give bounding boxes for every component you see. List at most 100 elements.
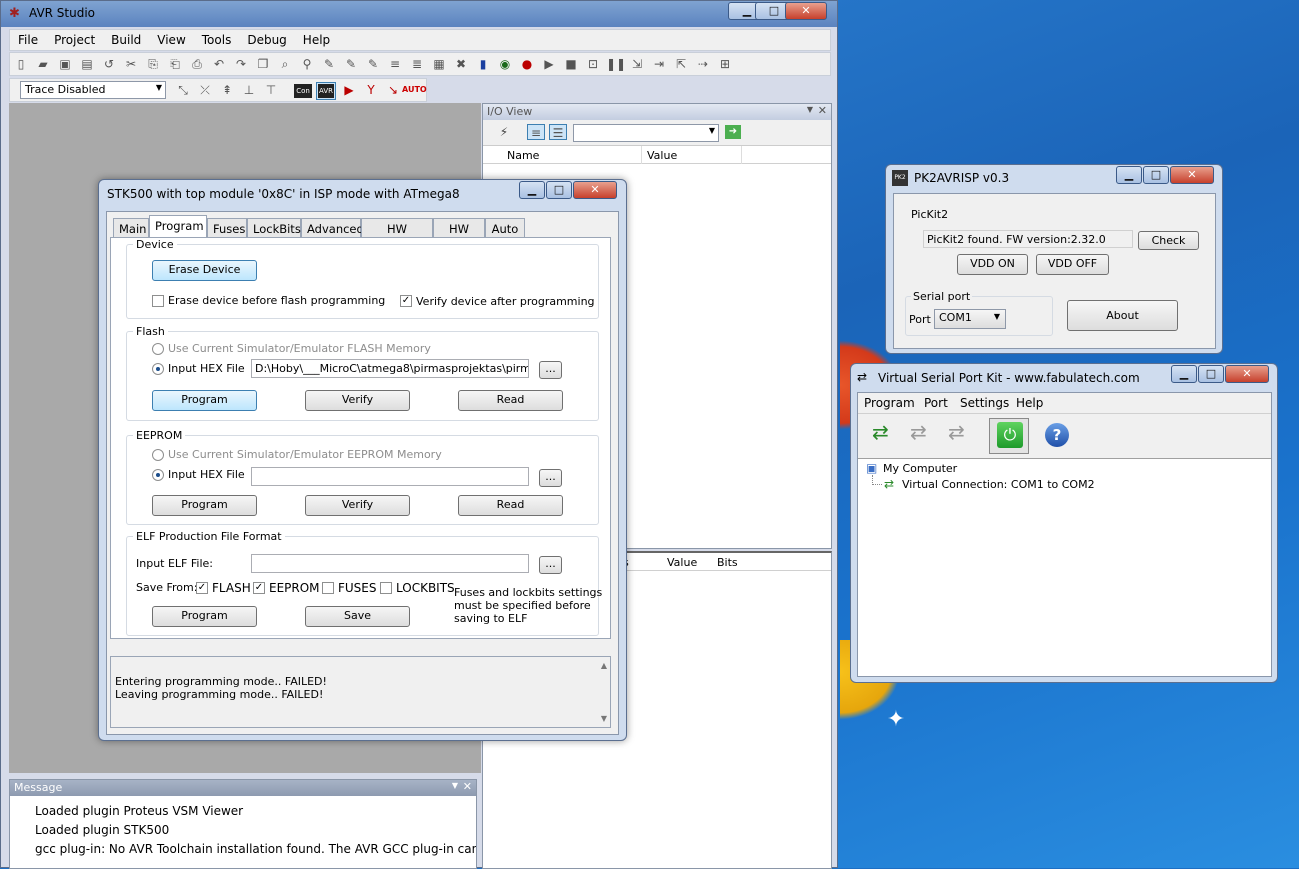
flash-browse-button[interactable]: ...: [539, 361, 562, 379]
verify-after-checkbox[interactable]: ✓: [400, 295, 412, 307]
save-fuses-checkbox[interactable]: [322, 582, 334, 594]
run-to-cursor-icon[interactable]: ⇢: [694, 56, 712, 72]
tab-hw-settings[interactable]: HW Settings: [361, 218, 433, 250]
vsp-minimize-button[interactable]: ▁: [1171, 365, 1197, 383]
break-icon[interactable]: ■: [562, 56, 580, 72]
flash-verify-button[interactable]: Verify: [305, 390, 410, 411]
close-button[interactable]: ✕: [785, 2, 827, 20]
eeprom-hex-path-input[interactable]: [251, 467, 529, 486]
tab-advanced[interactable]: Advanced: [301, 218, 364, 237]
elf-path-input[interactable]: [251, 554, 529, 573]
flash-input-hex-radio[interactable]: [152, 363, 164, 375]
paste-icon[interactable]: ⎗: [166, 56, 184, 72]
eeprom-program-button[interactable]: Program: [152, 495, 257, 516]
menu-build[interactable]: Build: [103, 30, 149, 47]
col-value[interactable]: Value: [647, 149, 677, 162]
elf-program-button[interactable]: Program: [152, 606, 257, 627]
windows-icon[interactable]: ❐: [254, 56, 272, 72]
tree-root-my-computer[interactable]: My Computer: [883, 462, 957, 475]
trace-select[interactable]: Trace Disabled ▼: [20, 81, 166, 99]
message-close-icon[interactable]: ✕: [463, 780, 472, 793]
trace-down-icon[interactable]: ⊥: [240, 82, 258, 98]
filter-icon[interactable]: ⚡: [495, 124, 513, 140]
pk2-minimize-button[interactable]: ▁: [1116, 166, 1142, 184]
outdent-icon[interactable]: ≣: [408, 56, 426, 72]
vsp-maximize-button[interactable]: □: [1198, 365, 1224, 383]
flash-program-button[interactable]: Program: [152, 390, 257, 411]
undo-file-icon[interactable]: ↺: [100, 56, 118, 72]
con-icon[interactable]: Con: [294, 84, 312, 98]
save-all-icon[interactable]: ▤: [78, 56, 96, 72]
port-select[interactable]: COM1 ▼: [934, 309, 1006, 329]
save-flash-checkbox[interactable]: ✓: [196, 582, 208, 594]
menu-debug[interactable]: Debug: [239, 30, 294, 47]
program-e-icon[interactable]: ↘: [384, 82, 402, 98]
new-file-icon[interactable]: ▯: [12, 56, 30, 72]
bookmark-next-icon[interactable]: ✎: [342, 56, 360, 72]
vsp-menu-program[interactable]: Program: [864, 396, 915, 410]
message-menu-icon[interactable]: ▼: [452, 781, 458, 790]
edit-connection-icon[interactable]: ⇄: [948, 420, 965, 444]
vsp-menu-port[interactable]: Port: [924, 396, 948, 410]
trace-icon[interactable]: ⤡: [174, 82, 192, 98]
pk2-close-button[interactable]: ✕: [1170, 166, 1214, 184]
find-icon[interactable]: ⌕: [276, 56, 294, 72]
chip-icon[interactable]: ▮: [474, 56, 492, 72]
scroll-up-icon[interactable]: ▲: [601, 661, 607, 670]
tools-icon[interactable]: ✖: [452, 56, 470, 72]
menu-help[interactable]: Help: [295, 30, 338, 47]
avr-programmer-icon[interactable]: AVR: [318, 84, 334, 98]
vsp-menu-settings[interactable]: Settings: [960, 396, 1009, 410]
remove-connection-icon[interactable]: ⇄: [910, 420, 927, 444]
step-over-icon[interactable]: ⇥: [650, 56, 668, 72]
vsp-menu-help[interactable]: Help: [1016, 396, 1043, 410]
panel-menu-icon[interactable]: ▼: [807, 105, 813, 114]
io-view-search[interactable]: ▼: [573, 124, 719, 142]
vdd-on-button[interactable]: VDD ON: [957, 254, 1028, 275]
vsp-close-button[interactable]: ✕: [1225, 365, 1269, 383]
run-icon[interactable]: ▶: [540, 56, 558, 72]
col-value-2[interactable]: Value: [667, 556, 697, 569]
erase-device-button[interactable]: Erase Device: [152, 260, 257, 281]
trace-clear-icon[interactable]: ⤫: [196, 82, 214, 98]
check-button[interactable]: Check: [1138, 231, 1199, 250]
cut-icon[interactable]: ✂: [122, 56, 140, 72]
tab-auto[interactable]: Auto: [485, 218, 525, 237]
bookmark-icon[interactable]: ✎: [320, 56, 338, 72]
save-eeprom-checkbox[interactable]: ✓: [253, 582, 265, 594]
open-icon[interactable]: ▰: [34, 56, 52, 72]
ocd-icon[interactable]: ◉: [496, 56, 514, 72]
build-icon[interactable]: ▦: [430, 56, 448, 72]
vdd-off-button[interactable]: VDD OFF: [1036, 254, 1109, 275]
eeprom-verify-button[interactable]: Verify: [305, 495, 410, 516]
elf-browse-button[interactable]: ...: [539, 556, 562, 574]
scroll-down-icon[interactable]: ▼: [601, 714, 607, 723]
save-lockbits-checkbox[interactable]: [380, 582, 392, 594]
add-connection-icon[interactable]: ⇄: [872, 420, 889, 444]
col-bits[interactable]: Bits: [717, 556, 738, 569]
eeprom-input-hex-radio[interactable]: [152, 469, 164, 481]
erase-before-flash-checkbox[interactable]: [152, 295, 164, 307]
flash-use-sim-radio[interactable]: [152, 343, 164, 355]
elf-save-button[interactable]: Save: [305, 606, 410, 627]
auto-icon[interactable]: AUTO: [402, 85, 427, 94]
pause-icon[interactable]: ❚❚: [606, 56, 626, 72]
menu-view[interactable]: View: [149, 30, 193, 47]
power-icon[interactable]: ⏻: [997, 422, 1023, 448]
stk-maximize-button[interactable]: □: [546, 181, 572, 199]
copy-icon[interactable]: ⎘: [144, 56, 162, 72]
undo-icon[interactable]: ↶: [210, 56, 228, 72]
panel-close-icon[interactable]: ✕: [818, 104, 827, 117]
program-icon[interactable]: ▶: [340, 82, 358, 98]
tab-fuses[interactable]: Fuses: [207, 218, 247, 237]
stop-debug-icon[interactable]: ●: [518, 56, 536, 72]
eeprom-browse-button[interactable]: ...: [539, 469, 562, 487]
tab-lockbits[interactable]: LockBits: [247, 218, 301, 237]
menu-project[interactable]: Project: [46, 30, 103, 47]
stk-close-button[interactable]: ✕: [573, 181, 617, 199]
watch-icon[interactable]: ⊞: [716, 56, 734, 72]
binoculars-icon[interactable]: ⚲: [298, 56, 316, 72]
tab-main[interactable]: Main: [113, 218, 149, 237]
pk2-maximize-button[interactable]: □: [1143, 166, 1169, 184]
step-into-icon[interactable]: ⇲: [628, 56, 646, 72]
